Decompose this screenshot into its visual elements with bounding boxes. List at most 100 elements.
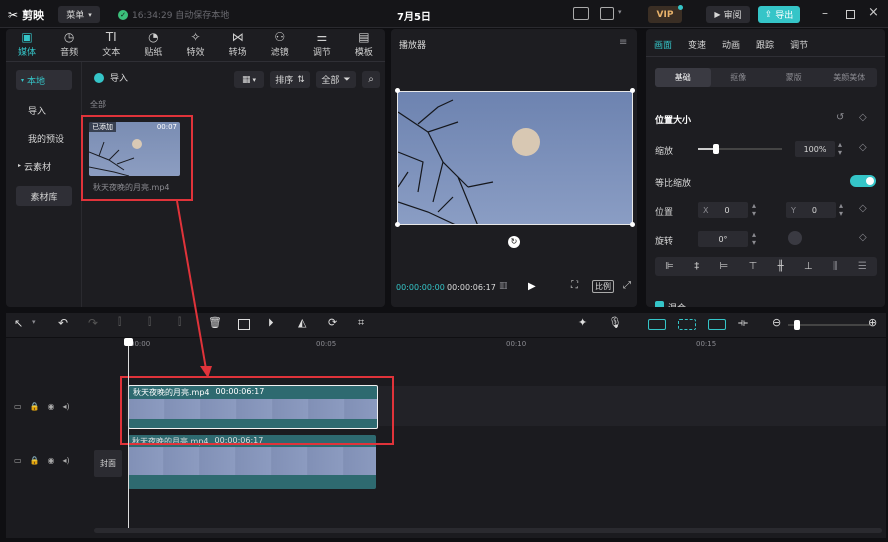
distribute-v-icon[interactable]: ☰ xyxy=(858,261,867,272)
tab-transition[interactable]: ⋈ 转场 xyxy=(217,29,259,59)
subtab-beauty[interactable]: 美颜美体 xyxy=(822,68,878,87)
playhead[interactable] xyxy=(128,338,129,528)
resize-handle-tr[interactable] xyxy=(630,88,635,93)
microphone-icon[interactable]: 🎙 xyxy=(608,316,622,329)
subtab-basic[interactable]: 基础 xyxy=(655,68,711,87)
delete-icon[interactable]: 🗑 xyxy=(208,316,222,329)
stepper-icon[interactable]: ▴ ▾ xyxy=(752,231,756,247)
zoom-out-icon[interactable]: ⊖ xyxy=(772,316,781,329)
subtab-cutout[interactable]: 抠像 xyxy=(711,68,767,87)
eye-icon[interactable]: ◉ xyxy=(48,456,55,465)
keyframe-diamond-icon[interactable]: ◇ xyxy=(859,112,867,123)
layout-icon[interactable] xyxy=(600,7,614,20)
crop-icon[interactable]: ⌗ xyxy=(358,316,364,330)
tab-sticker[interactable]: ◔ 贴纸 xyxy=(132,29,174,59)
tab-audio[interactable]: ◷ 音频 xyxy=(48,29,90,59)
tab-animation[interactable]: 动画 xyxy=(722,38,740,51)
snap-main-track-icon[interactable] xyxy=(648,319,666,330)
undo-icon[interactable]: ↶ xyxy=(58,316,68,330)
stepper-icon[interactable]: ▴ ▾ xyxy=(752,202,756,218)
tab-picture[interactable]: 画面 xyxy=(654,38,672,51)
align-top-icon[interactable]: ⊤ xyxy=(749,261,758,272)
reset-icon[interactable]: ↺ xyxy=(836,112,844,123)
tab-speed[interactable]: 变速 xyxy=(688,38,706,51)
keyboard-icon[interactable] xyxy=(573,7,589,20)
stepper-icon[interactable]: ▴ ▾ xyxy=(838,141,842,157)
align-right-icon[interactable]: ⊨ xyxy=(720,261,729,272)
uniform-scale-toggle[interactable] xyxy=(850,175,876,187)
scale-slider-thumb[interactable] xyxy=(713,144,719,154)
zoom-slider-thumb[interactable] xyxy=(794,320,800,330)
speaker-icon[interactable]: ◂) xyxy=(63,402,70,411)
chevron-down-icon[interactable]: ▾ xyxy=(32,318,36,326)
auto-snap-icon[interactable] xyxy=(678,319,696,330)
track-video-icon[interactable]: ▭ xyxy=(14,402,22,411)
frame-icon[interactable]: ▥ xyxy=(499,281,508,291)
rotate-icon[interactable]: ⟳ xyxy=(328,316,337,329)
import-button[interactable]: 导入 xyxy=(94,71,128,84)
rotate-dial[interactable] xyxy=(788,231,802,245)
sidebar-item-presets[interactable]: 我的预设 xyxy=(28,132,64,145)
keyframe-diamond-icon[interactable]: ◇ xyxy=(859,203,867,214)
freeze-icon[interactable] xyxy=(238,319,250,330)
ratio-button[interactable]: 比例 xyxy=(592,280,614,293)
align-bottom-icon[interactable]: ⊥ xyxy=(804,261,813,272)
sidebar-item-import[interactable]: 导入 xyxy=(28,104,46,117)
track-video-icon[interactable]: ▭ xyxy=(14,456,22,465)
rotate-input[interactable]: 0° xyxy=(698,231,748,247)
playhead-handle[interactable] xyxy=(124,338,133,346)
tab-filter[interactable]: ⚇ 滤镜 xyxy=(259,29,301,59)
position-x-input[interactable]: X 0 xyxy=(698,202,748,218)
layout-chevron-icon[interactable]: ▾ xyxy=(618,8,622,16)
split-right-icon[interactable]: ⫿ xyxy=(178,317,181,328)
sidebar-item-library[interactable]: 素材库 xyxy=(16,186,72,206)
blend-checkbox[interactable] xyxy=(655,301,664,307)
align-hcenter-icon[interactable]: ‡ xyxy=(694,261,699,272)
resize-handle-tl[interactable] xyxy=(395,88,400,93)
sidebar-item-local[interactable]: ▾ 本地 xyxy=(16,70,72,90)
sort-button[interactable]: 排序 ⇅ xyxy=(270,71,310,88)
split-icon[interactable]: ⫿ xyxy=(118,317,121,328)
magic-wand-icon[interactable]: ✦ xyxy=(578,316,587,329)
maximize-icon[interactable] xyxy=(846,10,855,19)
position-y-input[interactable]: Y 0 xyxy=(786,202,836,218)
keyframe-diamond-icon[interactable]: ◇ xyxy=(859,142,867,153)
filter-button[interactable]: 全部 ⏷ xyxy=(316,71,356,88)
play-icon[interactable]: ▶ xyxy=(528,281,536,292)
close-icon[interactable]: × xyxy=(868,5,879,20)
subtab-mask[interactable]: 蒙版 xyxy=(766,68,822,87)
tab-template[interactable]: ▤ 模板 xyxy=(343,29,385,59)
lock-icon[interactable]: 🔒 xyxy=(30,402,40,411)
linkage-icon[interactable] xyxy=(708,319,726,330)
stepper-icon[interactable]: ▴ ▾ xyxy=(839,202,843,218)
mirror-icon[interactable]: ◭ xyxy=(298,316,306,329)
focus-icon[interactable]: ⛶ xyxy=(571,280,578,291)
speaker-icon[interactable]: ◂) xyxy=(63,456,70,465)
zoom-in-icon[interactable]: ⊕ xyxy=(868,316,877,329)
zoom-slider[interactable] xyxy=(788,320,870,330)
fullscreen-icon[interactable]: ⤢ xyxy=(623,280,631,291)
tab-media[interactable]: ▣ 媒体 xyxy=(6,29,48,59)
hamburger-menu-icon[interactable]: ≡ xyxy=(619,37,627,48)
tab-effects[interactable]: ✧ 特效 xyxy=(174,29,216,59)
view-mode-button[interactable]: ▦ ▾ xyxy=(234,71,264,88)
review-button[interactable]: ▶ 审阅 xyxy=(706,6,750,23)
tab-adjust[interactable]: ⚌ 调节 xyxy=(301,29,343,59)
rotate-handle-icon[interactable]: ↻ xyxy=(508,236,520,248)
scale-input[interactable]: 100% xyxy=(795,141,835,157)
scale-slider[interactable] xyxy=(698,144,782,154)
align-left-icon[interactable]: ⊫ xyxy=(665,261,674,272)
tab-adjust-props[interactable]: 调节 xyxy=(790,38,808,51)
lock-icon[interactable]: 🔒 xyxy=(30,456,40,465)
vip-button[interactable]: VIP xyxy=(648,6,682,23)
export-button[interactable]: ⇪ 导出 xyxy=(758,6,800,23)
keyframe-diamond-icon[interactable]: ◇ xyxy=(859,232,867,243)
tab-tracking[interactable]: 跟踪 xyxy=(756,38,774,51)
redo-icon[interactable]: ↷ xyxy=(88,316,98,330)
resize-handle-bl[interactable] xyxy=(395,222,400,227)
video-preview[interactable] xyxy=(397,91,633,225)
search-button[interactable]: ⌕ xyxy=(362,71,380,88)
split-left-icon[interactable]: ⫿ xyxy=(148,317,151,328)
distribute-h-icon[interactable]: ⫼ xyxy=(833,261,838,272)
minimize-icon[interactable]: – xyxy=(822,6,828,20)
